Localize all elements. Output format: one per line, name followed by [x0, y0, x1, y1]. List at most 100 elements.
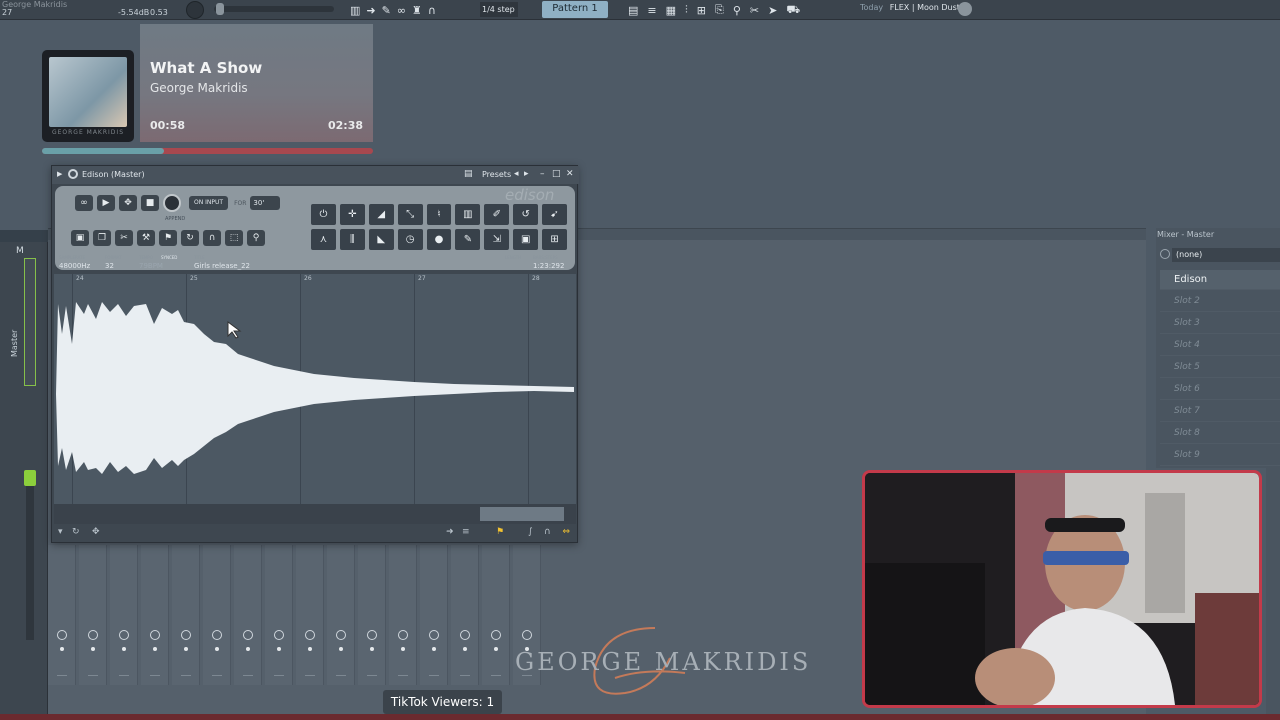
magnet-icon[interactable]: ∩: [544, 527, 551, 537]
globe-icon[interactable]: [958, 2, 972, 16]
close-icon[interactable]: ✕: [566, 169, 574, 179]
dropdown-icon[interactable]: ▾: [58, 527, 63, 537]
mixer-channel[interactable]: [296, 545, 324, 685]
power-icon[interactable]: ⏻: [311, 204, 336, 225]
pan-knob[interactable]: [460, 630, 470, 640]
route-dot[interactable]: [432, 647, 436, 651]
drag-icon[interactable]: ⇔: [562, 527, 570, 537]
minimize-icon[interactable]: –: [540, 169, 545, 179]
pen-icon[interactable]: ✐: [484, 204, 510, 225]
mixer-slot[interactable]: Slot 7: [1160, 402, 1280, 422]
browser-icon[interactable]: ⎘: [715, 3, 724, 17]
waveform-scrollbar[interactable]: [54, 504, 576, 524]
waveform-view[interactable]: 24 25 26 27 28: [54, 274, 576, 504]
mixer-slot[interactable]: Slot 2: [1160, 292, 1280, 312]
route-dot[interactable]: [401, 647, 405, 651]
pan-knob[interactable]: [57, 630, 67, 640]
pan-knob[interactable]: [243, 630, 253, 640]
route-dot[interactable]: [153, 647, 157, 651]
menu-arrow-icon[interactable]: ▶: [57, 170, 62, 178]
piano-icon[interactable]: ▥: [350, 4, 360, 17]
route-arrow-icon[interactable]: [491, 675, 501, 681]
arrow-right-icon[interactable]: ➜: [366, 4, 375, 17]
master-fader[interactable]: [24, 470, 36, 640]
route-dot[interactable]: [463, 647, 467, 651]
route-arrow-icon[interactable]: [336, 675, 346, 681]
mixer-channel[interactable]: [110, 545, 138, 685]
drop-icon[interactable]: ●: [426, 229, 452, 250]
prev-preset-icon[interactable]: ◂: [514, 169, 519, 179]
next-preset-icon[interactable]: ▸: [524, 169, 529, 179]
route-dot[interactable]: [494, 647, 498, 651]
sync-icon[interactable]: ↻: [72, 527, 80, 537]
gain-icon[interactable]: ⤡: [397, 204, 423, 225]
mixer-channel[interactable]: [203, 545, 231, 685]
piano-roll-icon[interactable]: ≡: [647, 4, 656, 17]
mixer-slot[interactable]: Slot 4: [1160, 336, 1280, 356]
mixer-channel[interactable]: [420, 545, 448, 685]
tool-icon[interactable]: ✂: [750, 4, 759, 17]
mixer-slot[interactable]: Slot 9: [1160, 446, 1280, 466]
stop-icon[interactable]: ■: [141, 195, 159, 211]
pointer-icon[interactable]: ➹: [542, 204, 567, 225]
pan-knob[interactable]: [212, 630, 222, 640]
copy-icon[interactable]: ❐: [93, 230, 111, 246]
plugin-icon[interactable]: ⊞: [697, 4, 706, 17]
list-icon[interactable]: ≡: [462, 527, 470, 537]
stamp-icon[interactable]: ♜: [412, 4, 422, 17]
route-dot[interactable]: [308, 647, 312, 651]
fade-in-icon[interactable]: ◢: [368, 204, 394, 225]
cart-icon[interactable]: ⛟: [786, 3, 800, 18]
eq-icon[interactable]: ▥: [455, 204, 481, 225]
magnet-icon[interactable]: ∩: [428, 4, 436, 17]
loop-icon[interactable]: ∞: [75, 195, 93, 211]
mixer-channel[interactable]: [234, 545, 262, 685]
route-dot[interactable]: [122, 647, 126, 651]
pan-knob[interactable]: [181, 630, 191, 640]
master-pitch-knob[interactable]: [186, 1, 204, 19]
clock-icon[interactable]: ◷: [397, 229, 423, 250]
mixer-channel[interactable]: [482, 545, 510, 685]
input-selector[interactable]: (none): [1172, 248, 1280, 262]
add-icon[interactable]: ⊞: [542, 229, 567, 250]
mixer-channel[interactable]: [327, 545, 355, 685]
bars-icon[interactable]: ⫼: [339, 229, 365, 250]
route-arrow-icon[interactable]: [398, 675, 408, 681]
route-dot[interactable]: [215, 647, 219, 651]
mixer-channel[interactable]: [451, 545, 479, 685]
mixer-channel[interactable]: [265, 545, 293, 685]
route-arrow-icon[interactable]: [305, 675, 315, 681]
curve-icon[interactable]: ∫: [528, 527, 533, 537]
zoom-icon[interactable]: ⚲: [247, 230, 265, 246]
scrollbar-thumb[interactable]: [480, 507, 564, 521]
mixer-channel[interactable]: [389, 545, 417, 685]
route-arrow-icon[interactable]: [181, 675, 191, 681]
mixer-slot[interactable]: Slot 3: [1160, 314, 1280, 334]
pan-knob[interactable]: [491, 630, 501, 640]
remote-icon[interactable]: ➤: [768, 4, 777, 17]
pan-knob[interactable]: [274, 630, 284, 640]
play-icon[interactable]: ▶: [97, 195, 115, 211]
route-arrow-icon[interactable]: [274, 675, 284, 681]
mixer-channel[interactable]: [172, 545, 200, 685]
record-button[interactable]: [163, 194, 181, 212]
link-icon[interactable]: ∞: [397, 4, 406, 17]
record-length[interactable]: 30': [250, 196, 281, 210]
route-arrow-icon[interactable]: [57, 675, 67, 681]
mixer-slot[interactable]: Slot 5: [1160, 358, 1280, 378]
refresh-icon[interactable]: ↺: [513, 204, 539, 225]
route-arrow-icon[interactable]: [429, 675, 439, 681]
snap-selector[interactable]: 1/4 step: [480, 2, 518, 17]
gear-icon[interactable]: [68, 169, 78, 179]
channel-rack-icon[interactable]: ▦: [666, 4, 676, 17]
pan-knob[interactable]: [150, 630, 160, 640]
route-dot[interactable]: [339, 647, 343, 651]
route-arrow-icon[interactable]: [88, 675, 98, 681]
crosshair-icon[interactable]: ✛: [339, 204, 365, 225]
disk-icon[interactable]: ▣: [513, 229, 539, 250]
route-dot[interactable]: [184, 647, 188, 651]
pan-knob[interactable]: [119, 630, 129, 640]
fader-knob[interactable]: [24, 470, 36, 486]
pan-knob[interactable]: [522, 630, 532, 640]
route-dot[interactable]: [277, 647, 281, 651]
